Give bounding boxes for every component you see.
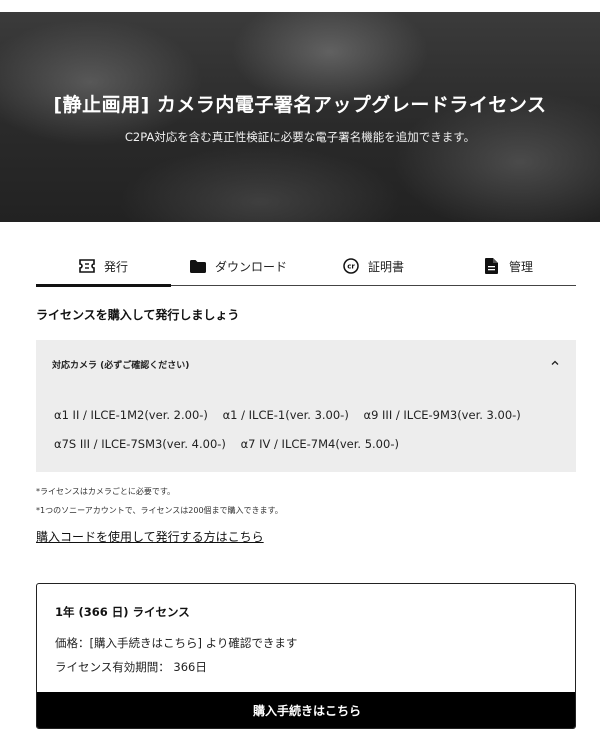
section-title: ライセンスを購入して発行しましょう [36,308,240,322]
note-license-per-camera: *ライセンスはカメラごとに必要です。 [36,487,176,496]
supported-cameras-heading[interactable]: 対応カメラ (必ずご確認ください) [52,358,189,371]
camera-model: α7S III / ILCE-7SM3(ver. 4.00-) [54,437,226,451]
camera-model: α1 II / ILCE-1M2(ver. 2.00-) [54,408,208,422]
chevron-up-icon[interactable] [548,355,562,369]
supported-cameras-panel: 対応カメラ (必ずご確認ください) α1 II / ILCE-1M2(ver. … [36,340,576,472]
camera-model: α7 IV / ILCE-7M4(ver. 5.00-) [240,437,399,451]
camera-list-row-2: α7S III / ILCE-7SM3(ver. 4.00-) α7 IV / … [54,437,410,451]
page-title: [静止画用] カメラ内電子署名アップグレードライセンス [53,94,547,116]
license-price: 価格：[購入手続きはこちら] より確認できます [55,636,298,650]
tab-download-label: ダウンロード [214,259,287,274]
note-license-limit: *1つのソニーアカウントで、ライセンスは200個まで購入できます。 [36,506,283,515]
tab-manage[interactable]: 管理 [441,246,576,286]
camera-model: α1 / ILCE-1(ver. 3.00-) [222,408,349,422]
purchase-button[interactable]: 購入手続きはこちら [37,692,575,728]
tab-download[interactable]: ダウンロード [171,246,306,286]
tab-certificate[interactable]: cr 証明書 [306,246,441,286]
license-title: 1年 (366 日) ライセンス [55,605,190,619]
camera-model: α9 III / ILCE-9M3(ver. 3.00-) [363,408,521,422]
license-card: 1年 (366 日) ライセンス 価格：[購入手続きはこちら] より確認できます… [36,583,576,729]
folder-icon [189,258,206,274]
ticket-icon [79,258,95,274]
tab-certificate-label: 証明書 [367,259,404,274]
svg-text:cr: cr [347,263,355,271]
purchase-code-link[interactable]: 購入コードを使用して発行する方はこちら [36,528,264,545]
top-strip [0,0,600,12]
tab-manage-label: 管理 [508,259,533,274]
cr-badge-icon: cr [343,258,359,274]
page-subtitle: C2PA対応を含む真正性検証に必要な電子署名機能を追加できます。 [124,130,476,144]
tab-issue-label: 発行 [103,259,128,274]
tab-issue[interactable]: 発行 [36,246,171,287]
hero-banner: [静止画用] カメラ内電子署名アップグレードライセンス C2PA対応を含む真正性… [0,12,600,222]
document-icon [484,258,500,274]
tab-bar: 発行 ダウンロード cr 証明書 管理 [36,246,576,287]
license-period: ライセンス有効期間： 366日 [55,660,207,674]
camera-list-row-1: α1 II / ILCE-1M2(ver. 2.00-) α1 / ILCE-1… [54,408,532,422]
